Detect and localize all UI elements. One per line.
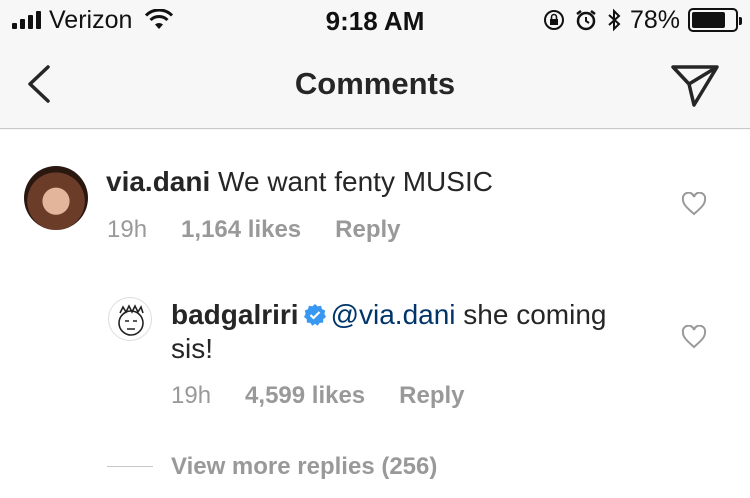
comment-body: We want fenty MUSIC [218, 166, 493, 197]
comment-meta: 19h 1,164 likes Reply [107, 216, 401, 244]
likes-count-link[interactable]: 4,599 likes [245, 382, 365, 410]
comment-time: 19h [171, 382, 212, 409]
verified-badge-icon [303, 304, 326, 326]
comment-time: 19h [107, 216, 148, 243]
navigation-bar: Comments [0, 40, 750, 129]
mention-link[interactable]: @via.dani [331, 299, 456, 330]
battery-percent: 78% [629, 5, 680, 34]
page-title: Comments [294, 66, 456, 101]
doodle-face-icon [118, 304, 144, 336]
battery-icon [688, 8, 742, 32]
reply-button[interactable]: Reply [399, 382, 464, 410]
avatar[interactable] [108, 297, 152, 341]
bluetooth-icon [608, 8, 621, 32]
comment-username[interactable]: via.dani [106, 166, 210, 197]
rotation-lock-icon [543, 10, 564, 30]
alarm-icon [576, 10, 596, 31]
likes-count-link[interactable]: 1,164 likes [181, 216, 301, 244]
replies-divider [107, 466, 153, 467]
comment-username[interactable]: badgalriri [171, 299, 299, 330]
status-bar: Verizon 9:18 AM 78% [0, 0, 750, 40]
view-more-replies-button[interactable]: View more replies (256) [171, 453, 437, 481]
avatar[interactable] [24, 166, 88, 230]
direct-send-icon[interactable] [670, 62, 720, 108]
comment-meta: 19h 4,599 likes Reply [171, 382, 465, 410]
comment-text: badgalriri @via.dani she coming sis! [171, 298, 651, 366]
comment-text: via.dani We want fenty MUSIC [106, 165, 646, 199]
heart-icon[interactable] [681, 325, 707, 349]
reply-button[interactable]: Reply [335, 216, 400, 244]
battery-fill [692, 12, 725, 28]
heart-icon[interactable] [681, 192, 707, 216]
comments-list: via.dani We want fenty MUSIC 19h 1,164 l… [0, 130, 750, 498]
status-icons: 78% [542, 5, 742, 34]
